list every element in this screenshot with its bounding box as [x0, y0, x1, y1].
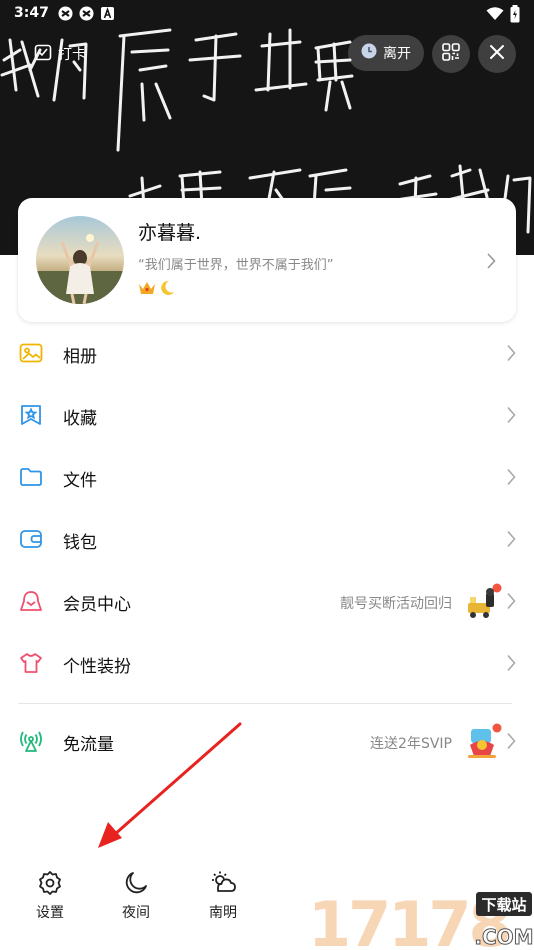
menu-item-label: 收藏: [63, 409, 97, 429]
calendar-check-icon: [34, 43, 52, 65]
status-time: 3:47: [14, 5, 49, 21]
settings-label: 设置: [36, 905, 64, 921]
album-icon: [19, 341, 43, 365]
badges: [138, 280, 176, 300]
checkin-label: 打卡: [58, 47, 86, 63]
chevron-right-icon: [506, 592, 516, 614]
chevron-right-icon: [506, 654, 516, 676]
gear-icon: [37, 870, 63, 896]
watermark-logo: 17178 下载站 .COM: [308, 886, 534, 950]
menu-item-files[interactable]: 文件: [0, 446, 534, 508]
chevron-right-icon: [506, 530, 516, 552]
away-status-button[interactable]: 离开: [348, 35, 424, 71]
favorites-icon: [19, 403, 43, 427]
chevron-right-icon: [506, 468, 516, 490]
weather-button[interactable]: 南明: [193, 870, 253, 922]
free-data-promo-text: 连送2年SVIP: [370, 736, 452, 752]
crown-icon: [138, 280, 156, 300]
qr-code-icon: [442, 43, 460, 65]
settings-button[interactable]: 设置: [20, 870, 80, 922]
app-notification-icon: [58, 6, 73, 21]
vip-promo-image: [464, 583, 502, 621]
weather-partly-cloudy-icon: [210, 870, 236, 896]
watermark-com-text: .COM: [474, 925, 533, 949]
signature: “我们属于世界，世界不属于我们”: [138, 258, 334, 273]
away-label: 离开: [383, 46, 411, 62]
svip-promo-image: [464, 723, 502, 761]
night-mode-label: 夜间: [122, 905, 150, 921]
vip-promo-text: 靓号买断活动回归: [340, 596, 452, 612]
chevron-right-icon: [506, 344, 516, 366]
weather-label: 南明: [209, 905, 237, 921]
wallet-icon: [19, 527, 43, 551]
status-bar: 3:47: [0, 0, 534, 28]
menu-item-album[interactable]: 相册: [0, 322, 534, 384]
vip-icon: [19, 589, 43, 613]
qr-code-button[interactable]: [432, 35, 470, 73]
menu-item-label: 文件: [63, 471, 97, 491]
signal-icon: [19, 729, 43, 753]
moon-icon: [123, 870, 149, 896]
menu-item-label: 钱包: [63, 533, 97, 553]
checkin-button[interactable]: 打卡: [24, 38, 96, 70]
menu-item-personalize[interactable]: 个性装扮: [0, 632, 534, 694]
moon-icon: [158, 280, 176, 300]
menu-item-wallet[interactable]: 钱包: [0, 508, 534, 570]
chevron-right-icon: [506, 732, 516, 754]
close-button[interactable]: [478, 35, 516, 73]
close-icon: [489, 44, 505, 64]
battery-icon: [510, 5, 520, 27]
menu-item-label: 会员中心: [63, 595, 131, 615]
chevron-right-icon: [486, 253, 496, 273]
folder-icon: [19, 465, 43, 489]
watermark-site-text: 下载站: [481, 896, 526, 914]
clock-icon: [361, 43, 377, 63]
nickname: 亦暮暮.: [138, 222, 202, 244]
menu-item-vip-center[interactable]: 会员中心 靓号买断活动回归: [0, 570, 534, 632]
menu-item-free-data[interactable]: 免流量 连送2年SVIP: [0, 710, 534, 772]
app-notification-icon: [79, 6, 94, 21]
profile-card[interactable]: 亦暮暮. “我们属于世界，世界不属于我们”: [18, 198, 516, 322]
wifi-icon: [486, 7, 504, 25]
menu-item-label: 相册: [63, 347, 97, 367]
status-notification-icons: [58, 6, 115, 21]
shirt-icon: [19, 651, 43, 675]
menu-item-label: 免流量: [63, 735, 114, 755]
a-badge-icon: [100, 6, 115, 21]
status-system-icons: [486, 5, 520, 27]
menu-divider: [18, 703, 512, 704]
chevron-right-icon: [506, 406, 516, 428]
avatar[interactable]: [36, 216, 124, 304]
night-mode-button[interactable]: 夜间: [106, 870, 166, 922]
menu-item-label: 个性装扮: [63, 657, 131, 677]
menu-item-favorites[interactable]: 收藏: [0, 384, 534, 446]
